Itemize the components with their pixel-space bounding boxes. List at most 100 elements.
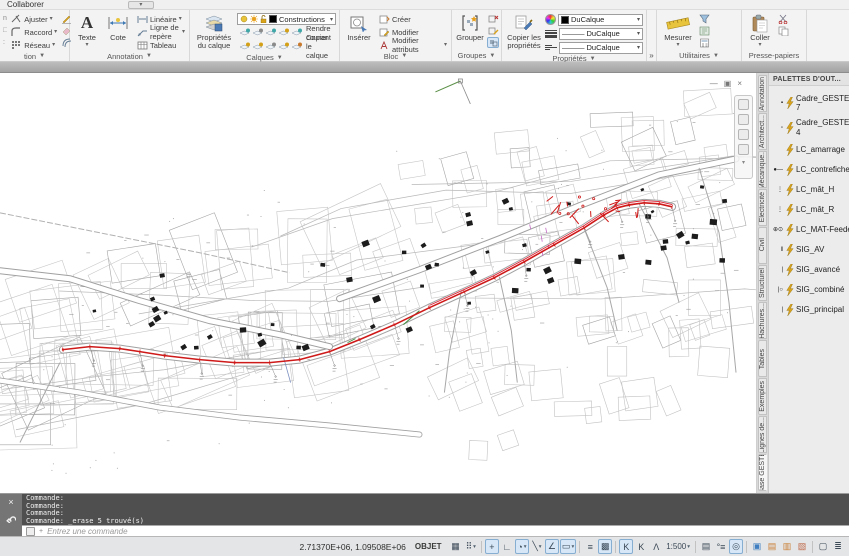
palette-item[interactable]: ⋮LC_mât_R xyxy=(771,202,849,218)
palette-tab-electricit-[interactable]: Electricité xyxy=(758,189,767,226)
map-drawing[interactable] xyxy=(0,73,756,492)
drawing-canvas[interactable]: — ▣ × ▾ xyxy=(0,73,757,493)
layer-tool-icon[interactable] xyxy=(277,27,289,38)
palette-tab-m-canique-[interactable]: Mécanique... xyxy=(758,151,767,188)
customization-icon[interactable]: ≣ xyxy=(831,539,845,554)
copy-icon[interactable] xyxy=(777,25,789,36)
clean-screen-icon[interactable]: ▢ xyxy=(816,539,830,554)
isolate-objects-icon[interactable]: ◎ xyxy=(729,539,743,554)
paste-button[interactable]: Coller▾ xyxy=(745,12,775,50)
layer-tool-icon[interactable] xyxy=(264,27,276,38)
quick-calc-icon[interactable] xyxy=(698,37,710,48)
minimize-icon[interactable]: — xyxy=(710,79,718,88)
dynamic-input-icon[interactable]: + xyxy=(485,539,499,554)
transparency-icon[interactable]: ▩ xyxy=(598,539,612,554)
match-properties-button[interactable]: Copier les propriétés xyxy=(505,12,543,54)
command-close-icon[interactable]: × xyxy=(8,498,13,507)
annotation-scale-icon[interactable]: Λ xyxy=(649,539,663,554)
group-edit-icon[interactable] xyxy=(487,25,499,36)
group-selection-toggle-icon[interactable] xyxy=(487,37,499,48)
panel-label-presse-papiers[interactable]: Presse-papiers xyxy=(742,50,806,61)
ribbon-display-toggle[interactable]: ▾ xyxy=(128,1,154,9)
tray-cloud-icon[interactable]: ▧ xyxy=(795,539,809,554)
layer-tool-icon[interactable] xyxy=(251,27,263,38)
panel-label-bloc[interactable]: Bloc▼ xyxy=(340,51,451,61)
layer-tool-icon[interactable] xyxy=(290,27,302,38)
id-point-icon[interactable] xyxy=(698,25,710,36)
palette-item[interactable]: ▫Cadre_GESTE_59 4 xyxy=(771,117,849,137)
block-create-button[interactable]: Créer xyxy=(377,13,448,25)
panel-label-groupes[interactable]: Groupes▼ xyxy=(452,50,501,61)
palette-item[interactable]: |SIG_principal xyxy=(771,302,849,318)
palette-tab-exemples[interactable]: Exemples xyxy=(758,378,767,415)
measure-button[interactable]: Mesurer▾ xyxy=(660,12,696,50)
object-snap-tracking-icon[interactable]: ▭▾ xyxy=(560,539,576,554)
ortho-icon[interactable]: ∟ xyxy=(500,539,514,554)
grid-icon[interactable]: ▦ xyxy=(449,539,463,554)
layer-tool-icon[interactable] xyxy=(238,27,250,38)
ungroup-icon[interactable] xyxy=(487,13,499,24)
palette-item[interactable]: ▪Cadre_GESTE_29 7 xyxy=(771,93,849,113)
palette-item[interactable]: ‖SIG_AV xyxy=(771,242,849,258)
lineweight-icon[interactable]: ≡ xyxy=(583,539,597,554)
color-combo[interactable]: DuCalque ▾ xyxy=(558,14,643,26)
palette-item[interactable]: ⋮LC_mât_H xyxy=(771,182,849,198)
palette-item[interactable]: ⊕⊙LC_MAT-Feeder xyxy=(771,222,849,238)
palette-item[interactable]: |SIG_avancé xyxy=(771,262,849,278)
palette-tab-structurel[interactable]: Structurel xyxy=(758,265,767,302)
zoom-icon[interactable] xyxy=(738,129,749,140)
ribbon-tab-collaborer[interactable]: Collaborer xyxy=(3,0,48,9)
palette-item[interactable]: LC_amarrage xyxy=(771,142,849,158)
layer-tool-icon[interactable] xyxy=(264,41,276,52)
palette-item[interactable]: ●—LC_contrefiche xyxy=(771,162,849,178)
polar-tracking-icon[interactable]: ◔▾ xyxy=(515,539,529,554)
trim-button[interactable]: Ajuster▾ xyxy=(9,13,58,25)
restore-icon[interactable]: ▣ xyxy=(724,79,732,88)
navbar-more-icon[interactable]: ▾ xyxy=(742,159,745,166)
annotation-monitor-icon[interactable]: °≡ xyxy=(714,539,728,554)
text-button[interactable]: A Texte▾ xyxy=(73,12,101,51)
palette-header[interactable]: PALETTES D'OUT... xyxy=(769,73,849,86)
annotation-visibility-icon[interactable]: K xyxy=(619,539,633,554)
group-button[interactable]: Grouper xyxy=(455,12,485,50)
palette-tab-base-geste[interactable]: Base GESTE xyxy=(758,454,767,491)
panel-overflow-arrow[interactable]: » xyxy=(647,10,657,61)
layer-tool-icon[interactable] xyxy=(251,41,263,52)
snap-icon[interactable]: ⠿▾ xyxy=(464,539,478,554)
command-input-row[interactable]: + Entrez une commande xyxy=(22,525,849,536)
annotation-scale-value[interactable]: 1:500▾ xyxy=(664,539,692,554)
orbit-icon[interactable] xyxy=(738,144,749,155)
array-button[interactable]: Réseau▾ xyxy=(9,39,58,51)
model-space-label[interactable]: OBJET xyxy=(415,542,442,551)
panel-label-utilitaires[interactable]: Utilitaires▼ xyxy=(657,50,741,61)
navigation-bar[interactable]: ▾ xyxy=(734,95,753,179)
panel-label-annotation[interactable]: Annotation▼ xyxy=(70,51,189,61)
insert-block-button[interactable]: Insérer xyxy=(343,12,375,51)
table-button[interactable]: Tableau xyxy=(135,39,186,51)
cut-icon[interactable] xyxy=(777,13,789,24)
layer-tool-icon[interactable] xyxy=(290,41,302,52)
palette-tab-architect-[interactable]: Architect... xyxy=(758,113,767,150)
pan-icon[interactable] xyxy=(738,114,749,125)
command-customize-icon[interactable] xyxy=(26,527,35,536)
command-wrench-icon[interactable] xyxy=(6,513,16,523)
linetype-combo[interactable]: ——— DuCalque ▾ xyxy=(559,42,643,54)
palette-item[interactable]: |○SIG_combiné xyxy=(771,282,849,298)
edit-attributes-button[interactable]: Modifier attributs▾ xyxy=(377,39,448,51)
command-input[interactable]: Entrez une commande xyxy=(47,527,128,536)
layer-tool-icon[interactable] xyxy=(277,41,289,52)
fillet-button[interactable]: Raccord▾ xyxy=(9,26,58,38)
palette-tab-hachures-[interactable]: Hachures... xyxy=(758,302,767,339)
isodraft-icon[interactable]: ╲▾ xyxy=(530,539,544,554)
lineweight-combo[interactable]: ——— DuCalque ▾ xyxy=(559,28,643,40)
dimension-button[interactable]: Cote xyxy=(103,12,133,51)
workspace-icon[interactable]: ▤ xyxy=(699,539,713,554)
layer-tool-icon[interactable] xyxy=(238,41,250,52)
panel-label-calques[interactable]: Calques▼ xyxy=(190,53,339,62)
quick-select-icon[interactable] xyxy=(698,13,710,24)
close-icon[interactable]: × xyxy=(737,79,742,88)
palette-tab-annotation[interactable]: Annotation xyxy=(758,75,767,112)
graphics-performance-icon[interactable]: ▣ xyxy=(750,539,764,554)
tray-update-icon[interactable]: ▥ xyxy=(780,539,794,554)
panel-label-modification[interactable]: tion▼ xyxy=(0,51,69,61)
